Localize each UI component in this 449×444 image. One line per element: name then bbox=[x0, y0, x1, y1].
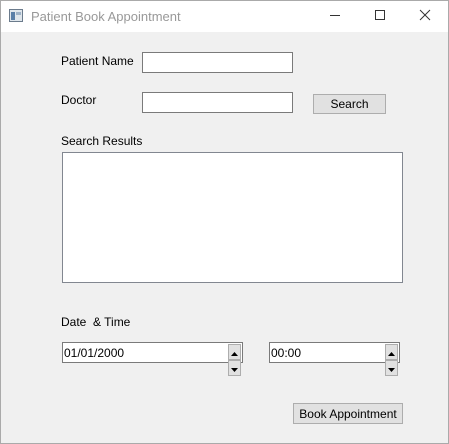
date-time-label: Date & Time bbox=[61, 315, 131, 329]
date-picker[interactable]: 01/01/2000 bbox=[62, 342, 243, 376]
patient-name-input[interactable] bbox=[142, 52, 293, 73]
arrow-down-icon bbox=[231, 361, 238, 375]
date-down-button[interactable] bbox=[228, 360, 241, 376]
doctor-input[interactable] bbox=[142, 92, 293, 113]
time-down-button[interactable] bbox=[385, 360, 398, 376]
search-results-label: Search Results bbox=[61, 134, 143, 148]
close-button[interactable] bbox=[402, 1, 448, 32]
app-window-icon bbox=[9, 9, 23, 22]
minimize-button[interactable] bbox=[312, 1, 358, 32]
time-picker[interactable]: 00:00 bbox=[269, 342, 400, 376]
time-up-button[interactable] bbox=[385, 344, 398, 360]
search-results-list[interactable] bbox=[62, 152, 403, 283]
patient-name-label: Patient Name bbox=[61, 54, 134, 68]
doctor-label: Doctor bbox=[61, 93, 97, 107]
search-button-label: Search bbox=[330, 97, 369, 111]
arrow-up-icon bbox=[231, 345, 238, 359]
date-value: 01/01/2000 bbox=[64, 346, 125, 360]
date-up-button[interactable] bbox=[228, 344, 241, 360]
time-value: 00:00 bbox=[271, 346, 302, 360]
date-spin-buttons bbox=[228, 344, 241, 376]
window-title: Patient Book Appointment bbox=[31, 9, 181, 24]
arrow-down-icon bbox=[388, 361, 395, 375]
book-appointment-button[interactable]: Book Appointment bbox=[293, 403, 403, 424]
arrow-up-icon bbox=[388, 345, 395, 359]
search-button[interactable]: Search bbox=[313, 94, 386, 114]
time-spin-buttons bbox=[385, 344, 398, 376]
app-window: Patient Book Appointment Patient Name Do… bbox=[0, 0, 449, 444]
minimize-icon bbox=[329, 9, 341, 24]
close-icon bbox=[419, 9, 431, 24]
maximize-icon bbox=[374, 9, 386, 24]
maximize-button[interactable] bbox=[357, 1, 403, 32]
book-appointment-label: Book Appointment bbox=[299, 406, 397, 421]
title-bar[interactable]: Patient Book Appointment bbox=[1, 1, 448, 32]
